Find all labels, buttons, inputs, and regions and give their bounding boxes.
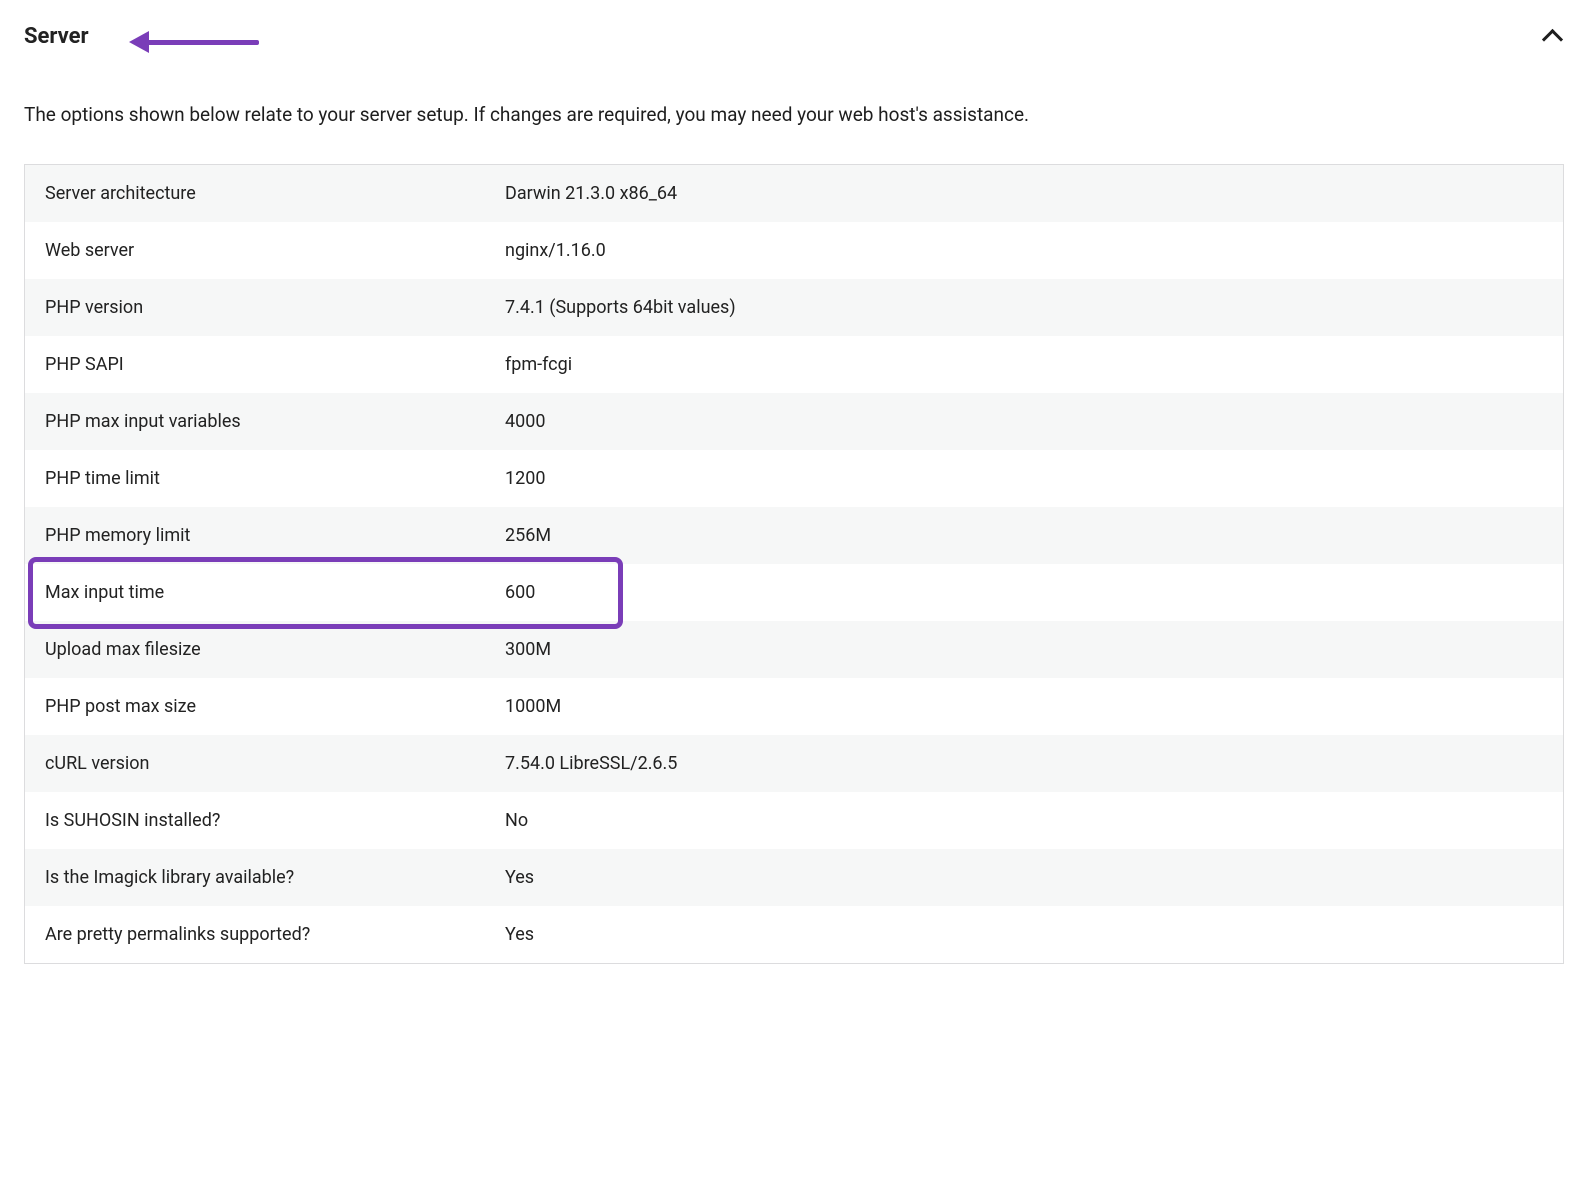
- row-value: Yes: [485, 849, 1563, 906]
- table-row: Is SUHOSIN installed?No: [25, 792, 1563, 849]
- row-value: Darwin 21.3.0 x86_64: [485, 165, 1563, 222]
- row-value: 256M: [485, 507, 1563, 564]
- panel-title: Server: [24, 24, 89, 49]
- row-value: fpm-fcgi: [485, 336, 1563, 393]
- row-value: 1200: [485, 450, 1563, 507]
- row-label: PHP SAPI: [25, 336, 485, 393]
- row-value: 600: [485, 564, 1563, 621]
- row-label: Is the Imagick library available?: [25, 849, 485, 906]
- row-label: PHP post max size: [25, 678, 485, 735]
- table-row: Web servernginx/1.16.0: [25, 222, 1563, 279]
- chevron-up-icon[interactable]: [1542, 26, 1564, 48]
- table-row: Max input time600: [25, 564, 1563, 621]
- row-label: Max input time: [25, 564, 485, 621]
- server-info-table: Server architectureDarwin 21.3.0 x86_64W…: [24, 164, 1564, 964]
- table-row: PHP post max size1000M: [25, 678, 1563, 735]
- table-row: cURL version7.54.0 LibreSSL/2.6.5: [25, 735, 1563, 792]
- panel-header[interactable]: Server: [24, 24, 1564, 49]
- row-value: 300M: [485, 621, 1563, 678]
- row-label: Is SUHOSIN installed?: [25, 792, 485, 849]
- table-row: Server architectureDarwin 21.3.0 x86_64: [25, 165, 1563, 222]
- table-row: PHP max input variables4000: [25, 393, 1563, 450]
- row-value: nginx/1.16.0: [485, 222, 1563, 279]
- row-value: No: [485, 792, 1563, 849]
- table-row: PHP memory limit256M: [25, 507, 1563, 564]
- row-label: PHP max input variables: [25, 393, 485, 450]
- table-row: PHP version7.4.1 (Supports 64bit values): [25, 279, 1563, 336]
- row-label: PHP time limit: [25, 450, 485, 507]
- row-value: 7.54.0 LibreSSL/2.6.5: [485, 735, 1563, 792]
- row-value: 1000M: [485, 678, 1563, 735]
- server-info-table-wrap: Server architectureDarwin 21.3.0 x86_64W…: [24, 164, 1564, 964]
- row-value: 4000: [485, 393, 1563, 450]
- row-label: PHP version: [25, 279, 485, 336]
- row-label: Web server: [25, 222, 485, 279]
- row-label: Upload max filesize: [25, 621, 485, 678]
- row-label: PHP memory limit: [25, 507, 485, 564]
- table-row: PHP SAPIfpm-fcgi: [25, 336, 1563, 393]
- table-row: Is the Imagick library available?Yes: [25, 849, 1563, 906]
- row-label: cURL version: [25, 735, 485, 792]
- table-row: Upload max filesize300M: [25, 621, 1563, 678]
- row-label: Server architecture: [25, 165, 485, 222]
- row-label: Are pretty permalinks supported?: [25, 906, 485, 963]
- table-row: PHP time limit1200: [25, 450, 1563, 507]
- table-row: Are pretty permalinks supported?Yes: [25, 906, 1563, 963]
- row-value: 7.4.1 (Supports 64bit values): [485, 279, 1563, 336]
- row-value: Yes: [485, 906, 1563, 963]
- arrow-annotation-icon: [129, 32, 259, 52]
- panel-description: The options shown below relate to your s…: [24, 101, 1564, 130]
